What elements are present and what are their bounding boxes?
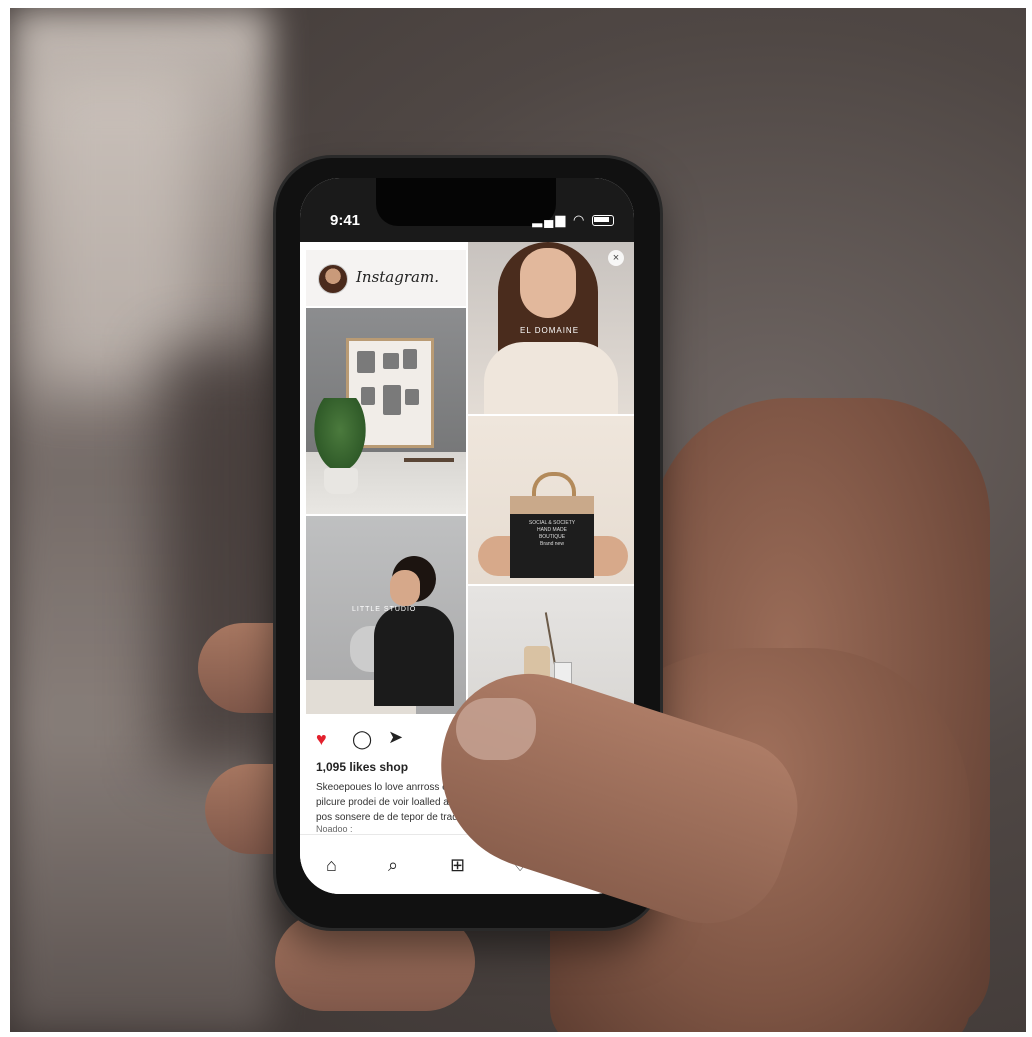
background-light: [30, 68, 200, 388]
blouse: [484, 342, 618, 414]
chair: [404, 458, 454, 498]
signal-icon: ▂▄▆: [532, 212, 568, 227]
search-icon[interactable]: ⌕: [388, 855, 398, 876]
notch: [376, 178, 556, 226]
close-icon[interactable]: ×: [608, 250, 624, 266]
wifi-icon: ◠: [573, 212, 587, 227]
post-tile-portrait[interactable]: EL DOMAINE ×: [468, 242, 634, 414]
send-icon[interactable]: ➤: [388, 728, 403, 746]
status-icons: ▂▄▆ ◠: [532, 212, 614, 228]
profile-header: Instagram.: [306, 250, 466, 306]
more-link[interactable]: Noadoo :: [316, 824, 353, 834]
battery-icon: [592, 215, 614, 227]
add-icon[interactable]: ⊞: [450, 855, 465, 876]
heart-filled-icon[interactable]: ♥: [316, 730, 327, 748]
bag-text: SOCIAL & SOCIETY HAND MADE BOUTIQUE Bran…: [528, 520, 576, 547]
likes-count: 1,095 likes shop: [316, 760, 409, 774]
thumbnail-nail: [456, 698, 536, 760]
app-logo: Instagram.: [356, 268, 439, 286]
face: [520, 248, 576, 318]
plant: [310, 398, 370, 478]
pot: [324, 468, 358, 494]
home-icon[interactable]: ⌂: [326, 855, 337, 876]
person-face: [390, 570, 420, 606]
tile-brand-text: EL DOMAINE: [520, 326, 580, 335]
person-body: [374, 606, 454, 706]
photo-scene: 9:41 ▂▄▆ ◠ Instagram. EL DOMAINE × SOCIA…: [10, 8, 1026, 1032]
status-bar: 9:41 ▂▄▆ ◠: [300, 178, 634, 242]
comment-icon[interactable]: ◯: [352, 730, 372, 748]
post-tile-interior[interactable]: [306, 308, 466, 514]
post-tile-office[interactable]: LITTLE STUDIO: [306, 516, 466, 714]
post-tile-bag[interactable]: SOCIAL & SOCIETY HAND MADE BOUTIQUE Bran…: [468, 416, 634, 584]
avatar[interactable]: [318, 264, 348, 294]
status-time: 9:41: [330, 212, 361, 229]
tile-sign-text: LITTLE STUDIO: [352, 606, 417, 613]
